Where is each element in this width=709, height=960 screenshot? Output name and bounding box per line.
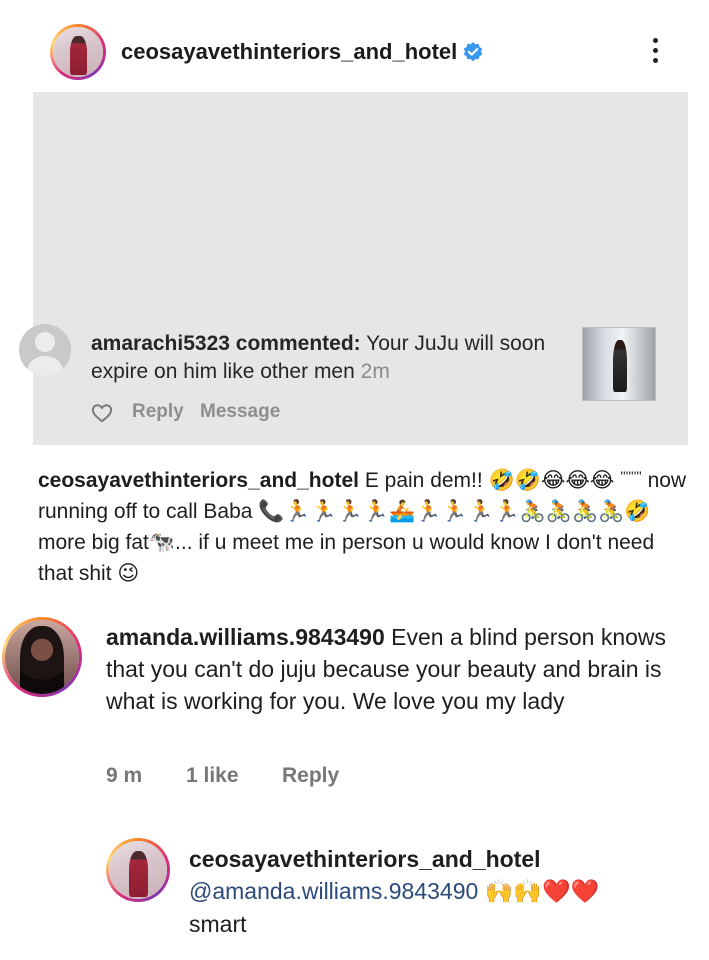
comment-reply-button[interactable]: Reply bbox=[282, 764, 339, 788]
reply-avatar[interactable] bbox=[106, 838, 170, 902]
notification-username[interactable]: amarachi5323 bbox=[91, 332, 230, 355]
post-caption: ceosayavethinteriors_and_hotel E pain de… bbox=[38, 461, 694, 589]
reply-body: smart bbox=[189, 911, 247, 937]
profile-photo-icon bbox=[53, 27, 103, 77]
post-author-username-text: ceosayavethinteriors_and_hotel bbox=[121, 39, 458, 64]
comment-username[interactable]: amanda.williams.9843490 bbox=[106, 624, 385, 650]
notification-message-button[interactable]: Message bbox=[200, 401, 280, 423]
reply-emojis: 🙌🙌❤️❤️ bbox=[484, 879, 600, 905]
notification-time: 2m bbox=[360, 360, 390, 383]
profile-photo-icon bbox=[109, 841, 167, 899]
comment-likes[interactable]: 1 like bbox=[186, 764, 239, 788]
wink-emoji: 😉 bbox=[117, 561, 140, 585]
post-author-avatar[interactable] bbox=[50, 24, 106, 80]
reply-mention[interactable]: @amanda.williams.9843490 bbox=[189, 878, 478, 904]
post-author-username[interactable]: ceosayavethinteriors_and_hotel bbox=[121, 39, 483, 65]
notification-post-thumbnail[interactable] bbox=[582, 327, 656, 401]
default-avatar-icon[interactable] bbox=[19, 324, 71, 376]
caption-text-3: more big fat bbox=[38, 531, 149, 554]
notification-reply-button[interactable]: Reply bbox=[132, 401, 184, 423]
caption-text-1: E pain dem!! bbox=[364, 469, 483, 492]
caption-quote-marks: '''''''' bbox=[620, 468, 642, 484]
notification-text: amarachi5323 commented: Your JuJu will s… bbox=[91, 330, 561, 386]
caption-emojis-1: 🤣🤣😂😂😂 bbox=[488, 468, 615, 492]
comment: amanda.williams.9843490 Even a blind per… bbox=[106, 621, 696, 717]
reply-comment: ceosayavethinteriors_and_hotel @amanda.w… bbox=[189, 843, 689, 940]
reply-username[interactable]: ceosayavethinteriors_and_hotel bbox=[189, 846, 541, 872]
comment-avatar[interactable] bbox=[2, 617, 82, 697]
verified-badge-icon bbox=[464, 42, 483, 62]
heart-outline-icon[interactable] bbox=[91, 403, 113, 423]
cow-emoji: 🐄 bbox=[148, 530, 176, 554]
notification-action: commented: bbox=[235, 332, 361, 355]
more-vertical-icon[interactable] bbox=[649, 38, 661, 66]
profile-photo-icon bbox=[5, 620, 79, 694]
comment-time: 9 m bbox=[106, 764, 143, 787]
post-media: amarachi5323 commented: Your JuJu will s… bbox=[19, 92, 688, 445]
caption-emojis-2: 📞🏃🏃🏃🏃🚣🏃🏃🏃🏃🚴🚴🚴🚴🤣 bbox=[258, 499, 651, 523]
caption-username[interactable]: ceosayavethinteriors_and_hotel bbox=[38, 469, 359, 492]
